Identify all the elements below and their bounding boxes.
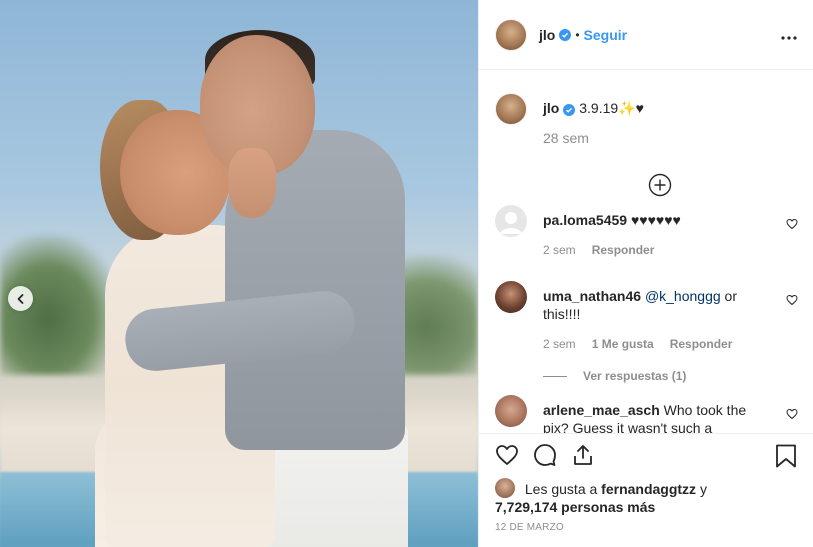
caption-avatar[interactable] [495, 93, 527, 125]
header-separator: • [575, 27, 580, 42]
comment-bubble-icon [534, 444, 556, 466]
comment-time[interactable]: 2 sem [543, 241, 576, 259]
likes-prefix: Les gusta a [524, 481, 598, 497]
comment-avatar-default[interactable] [495, 205, 527, 237]
likes-conjunction: y [699, 481, 707, 497]
replies-divider [543, 375, 567, 377]
follow-button[interactable]: Seguir [584, 27, 628, 43]
share-button[interactable] [571, 443, 595, 472]
chevron-left-icon [17, 293, 23, 304]
comment-username[interactable]: pa.loma5459 [543, 212, 627, 228]
more-options-button[interactable] [781, 27, 797, 45]
likes-count[interactable]: 7,729,174 personas más [495, 499, 655, 515]
comment-avatar[interactable] [495, 281, 527, 313]
reply-button[interactable]: Responder [670, 335, 733, 353]
comment-meta: 2 sem Responder [543, 241, 773, 259]
more-icon [781, 36, 797, 40]
caption-content: jlo 3.9.19✨♥ 28 sem [543, 99, 773, 147]
carousel-prev-button[interactable] [8, 286, 33, 311]
comment-avatar[interactable] [495, 395, 527, 427]
comment-content: uma_nathan46 @k_honggg or this!!!! 2 sem… [543, 287, 773, 385]
comments-list[interactable]: jlo 3.9.19✨♥ 28 sem pa.loma5459 ♥♥♥♥♥♥ 2… [479, 71, 813, 433]
comment-text: ♥♥♥♥♥♥ [630, 212, 681, 228]
heart-icon [786, 408, 798, 420]
caption-username[interactable]: jlo [543, 100, 559, 116]
action-bar [495, 443, 595, 472]
comment-username[interactable]: arlene_mae_asch [543, 402, 660, 418]
author-info: jlo • Seguir [539, 27, 627, 43]
post-photo[interactable] [0, 0, 478, 547]
caption-text: 3.9.19✨♥ [579, 100, 644, 116]
share-upload-icon [574, 445, 592, 465]
comment-button[interactable] [533, 443, 557, 472]
heart-icon [786, 218, 798, 230]
plus-circle-icon [648, 173, 672, 197]
post-side-panel: jlo • Seguir jlo 3.9.19✨♥ 28 sem pa.loma… [478, 0, 813, 547]
post-actions-section: Les gusta a fernandaggtzz y 7,729,174 pe… [479, 433, 813, 547]
default-avatar-icon [500, 212, 522, 234]
likes-summary: Les gusta a fernandaggtzz y 7,729,174 pe… [495, 478, 795, 516]
comment-content: arlene_mae_asch Who took the pix? Guess … [543, 401, 773, 433]
author-avatar[interactable] [495, 18, 527, 51]
instagram-post-modal: jlo • Seguir jlo 3.9.19✨♥ 28 sem pa.loma… [0, 0, 813, 547]
comment-meta: 2 sem 1 Me gusta Responder [543, 335, 773, 353]
view-replies-button[interactable]: Ver respuestas (1) [543, 367, 773, 385]
comment-like-button[interactable] [786, 293, 798, 311]
comment-username[interactable]: uma_nathan46 [543, 288, 641, 304]
liker-username[interactable]: fernandaggtzz [601, 481, 696, 497]
comment-likes-count[interactable]: 1 Me gusta [592, 335, 654, 353]
comment-mention-link[interactable]: @k_honggg [645, 288, 721, 304]
bookmark-icon [776, 444, 796, 468]
comment-like-button[interactable] [786, 217, 798, 235]
author-username[interactable]: jlo [539, 27, 555, 43]
comment-content: pa.loma5459 ♥♥♥♥♥♥ 2 sem Responder [543, 211, 773, 259]
like-button[interactable] [495, 443, 519, 472]
save-button[interactable] [775, 444, 797, 473]
post-date[interactable]: 12 DE MARZO [495, 522, 564, 533]
caption-time[interactable]: 28 sem [543, 129, 773, 147]
post-header: jlo • Seguir [479, 0, 813, 70]
heart-icon [496, 445, 518, 465]
woman-hand [228, 148, 276, 218]
verified-badge-icon [563, 104, 576, 116]
verified-badge-icon [559, 28, 572, 41]
view-replies-label: Ver respuestas (1) [583, 369, 687, 383]
heart-icon [786, 294, 798, 306]
reply-button[interactable]: Responder [592, 241, 655, 259]
liker-avatar[interactable] [495, 478, 515, 498]
comment-time[interactable]: 2 sem [543, 335, 576, 353]
load-more-comments-button[interactable] [648, 173, 672, 202]
comment-like-button[interactable] [786, 407, 798, 425]
